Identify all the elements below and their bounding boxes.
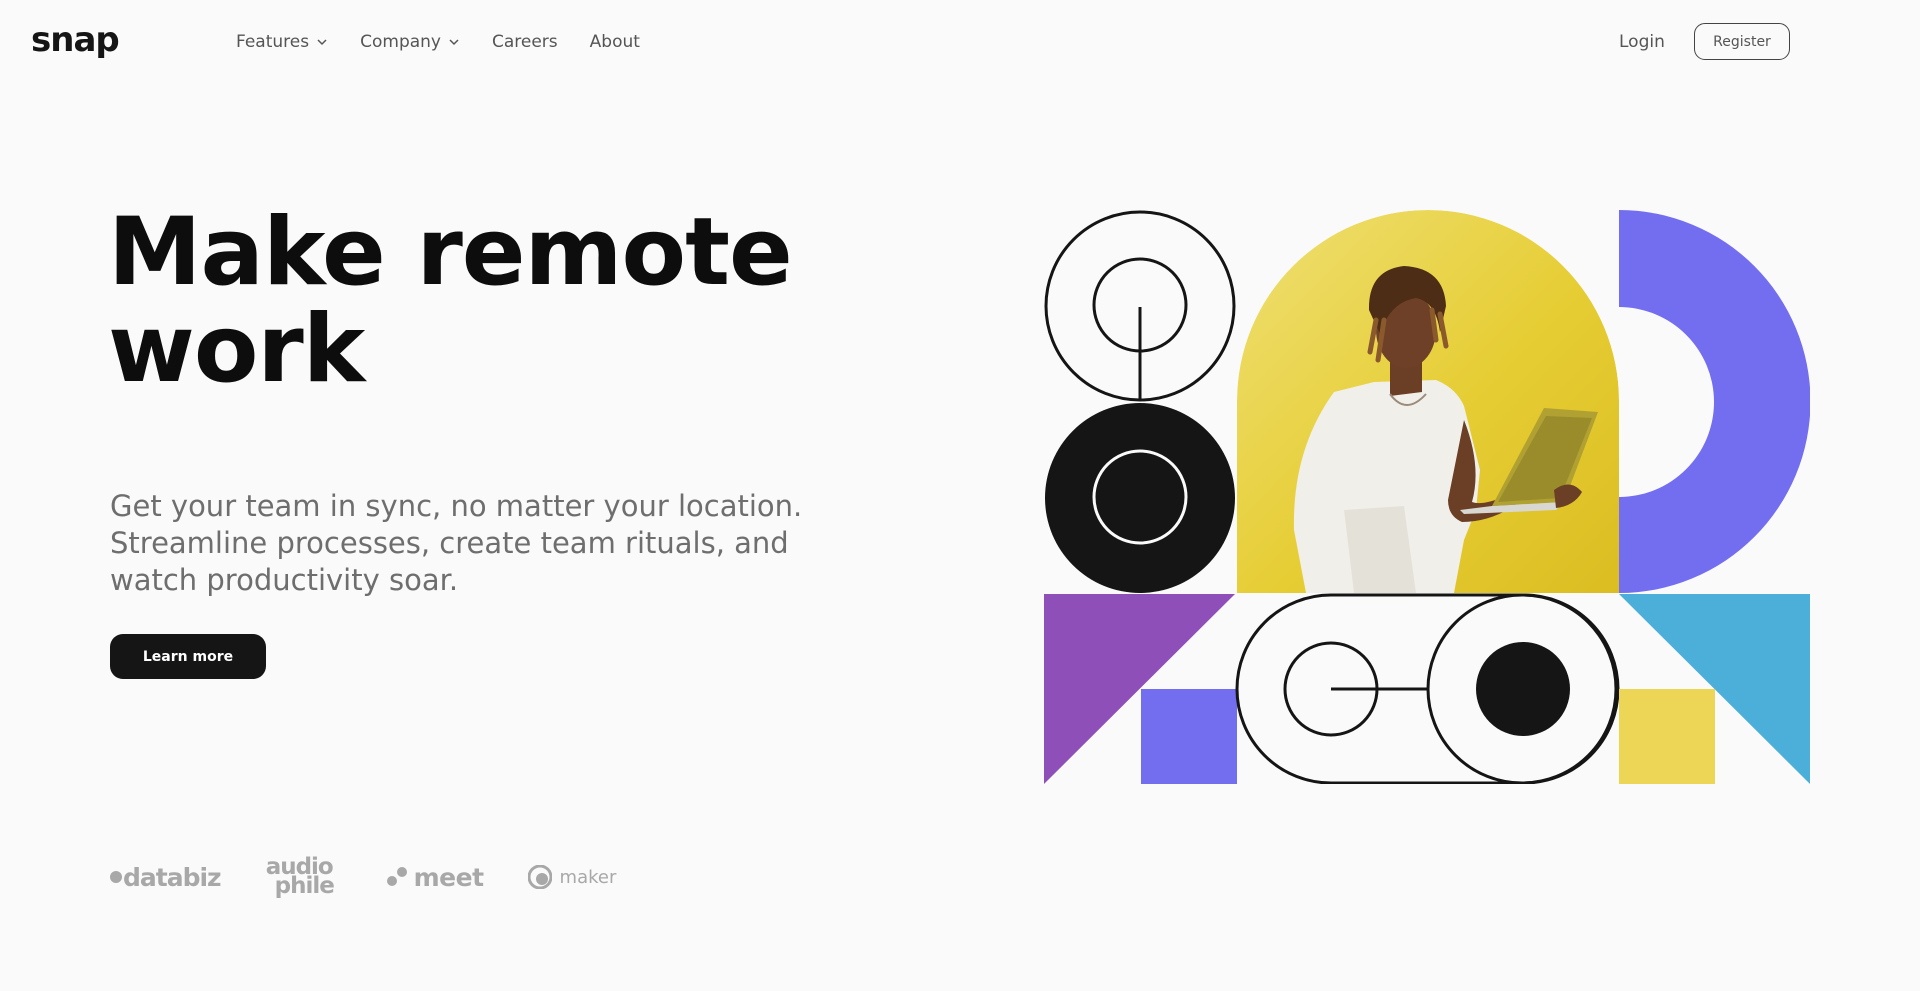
nav-item-careers[interactable]: Careers bbox=[492, 30, 558, 54]
client-logo-meet: meet bbox=[386, 862, 484, 892]
learn-more-button[interactable]: Learn more bbox=[110, 634, 266, 679]
violet-half-ring-shape bbox=[1619, 210, 1810, 593]
hero-title-line1: Make remote bbox=[108, 198, 793, 307]
black-circle-shape bbox=[1045, 403, 1235, 593]
nav-item-company[interactable]: Company bbox=[360, 30, 460, 54]
logo[interactable]: snap bbox=[31, 16, 120, 64]
databiz-dot-icon bbox=[110, 871, 122, 883]
client-logo-maker: maker bbox=[527, 865, 617, 889]
violet-square-shape bbox=[1141, 689, 1237, 784]
hero-title: Make remote work bbox=[108, 204, 808, 398]
main-nav: Features Company Careers About bbox=[236, 30, 672, 54]
nav-item-label: About bbox=[589, 32, 640, 52]
chevron-down-icon bbox=[317, 39, 327, 46]
client-name-bottom: phile bbox=[274, 873, 335, 899]
hero-illustration bbox=[1044, 210, 1810, 784]
meet-dots-icon bbox=[386, 867, 407, 886]
client-logo-audiophile: audio phile bbox=[265, 856, 343, 899]
client-name: meet bbox=[413, 862, 484, 892]
login-link[interactable]: Login bbox=[1619, 30, 1665, 54]
hero-title-line2: work bbox=[108, 295, 365, 404]
client-name: databiz bbox=[123, 862, 222, 892]
maker-swirl-icon bbox=[527, 865, 552, 889]
nav-item-label: Company bbox=[360, 32, 441, 52]
client-name: maker bbox=[559, 866, 617, 888]
client-logo-databiz: databiz bbox=[110, 862, 222, 892]
hero-photo bbox=[1237, 210, 1619, 593]
nav-item-label: Careers bbox=[491, 32, 558, 52]
register-button[interactable]: Register bbox=[1694, 23, 1790, 60]
pill-shape bbox=[1235, 593, 1620, 784]
yellow-square-shape bbox=[1619, 689, 1715, 784]
nav-item-label: Features bbox=[236, 32, 310, 52]
outline-circle-shape bbox=[1044, 210, 1236, 402]
nav-item-features[interactable]: Features bbox=[236, 30, 328, 54]
client-logos: databiz audio phile meet maker bbox=[110, 856, 617, 899]
nav-item-about[interactable]: About bbox=[590, 30, 640, 54]
chevron-down-icon bbox=[449, 39, 459, 46]
hero-subtitle: Get your team in sync, no matter your lo… bbox=[110, 489, 803, 597]
